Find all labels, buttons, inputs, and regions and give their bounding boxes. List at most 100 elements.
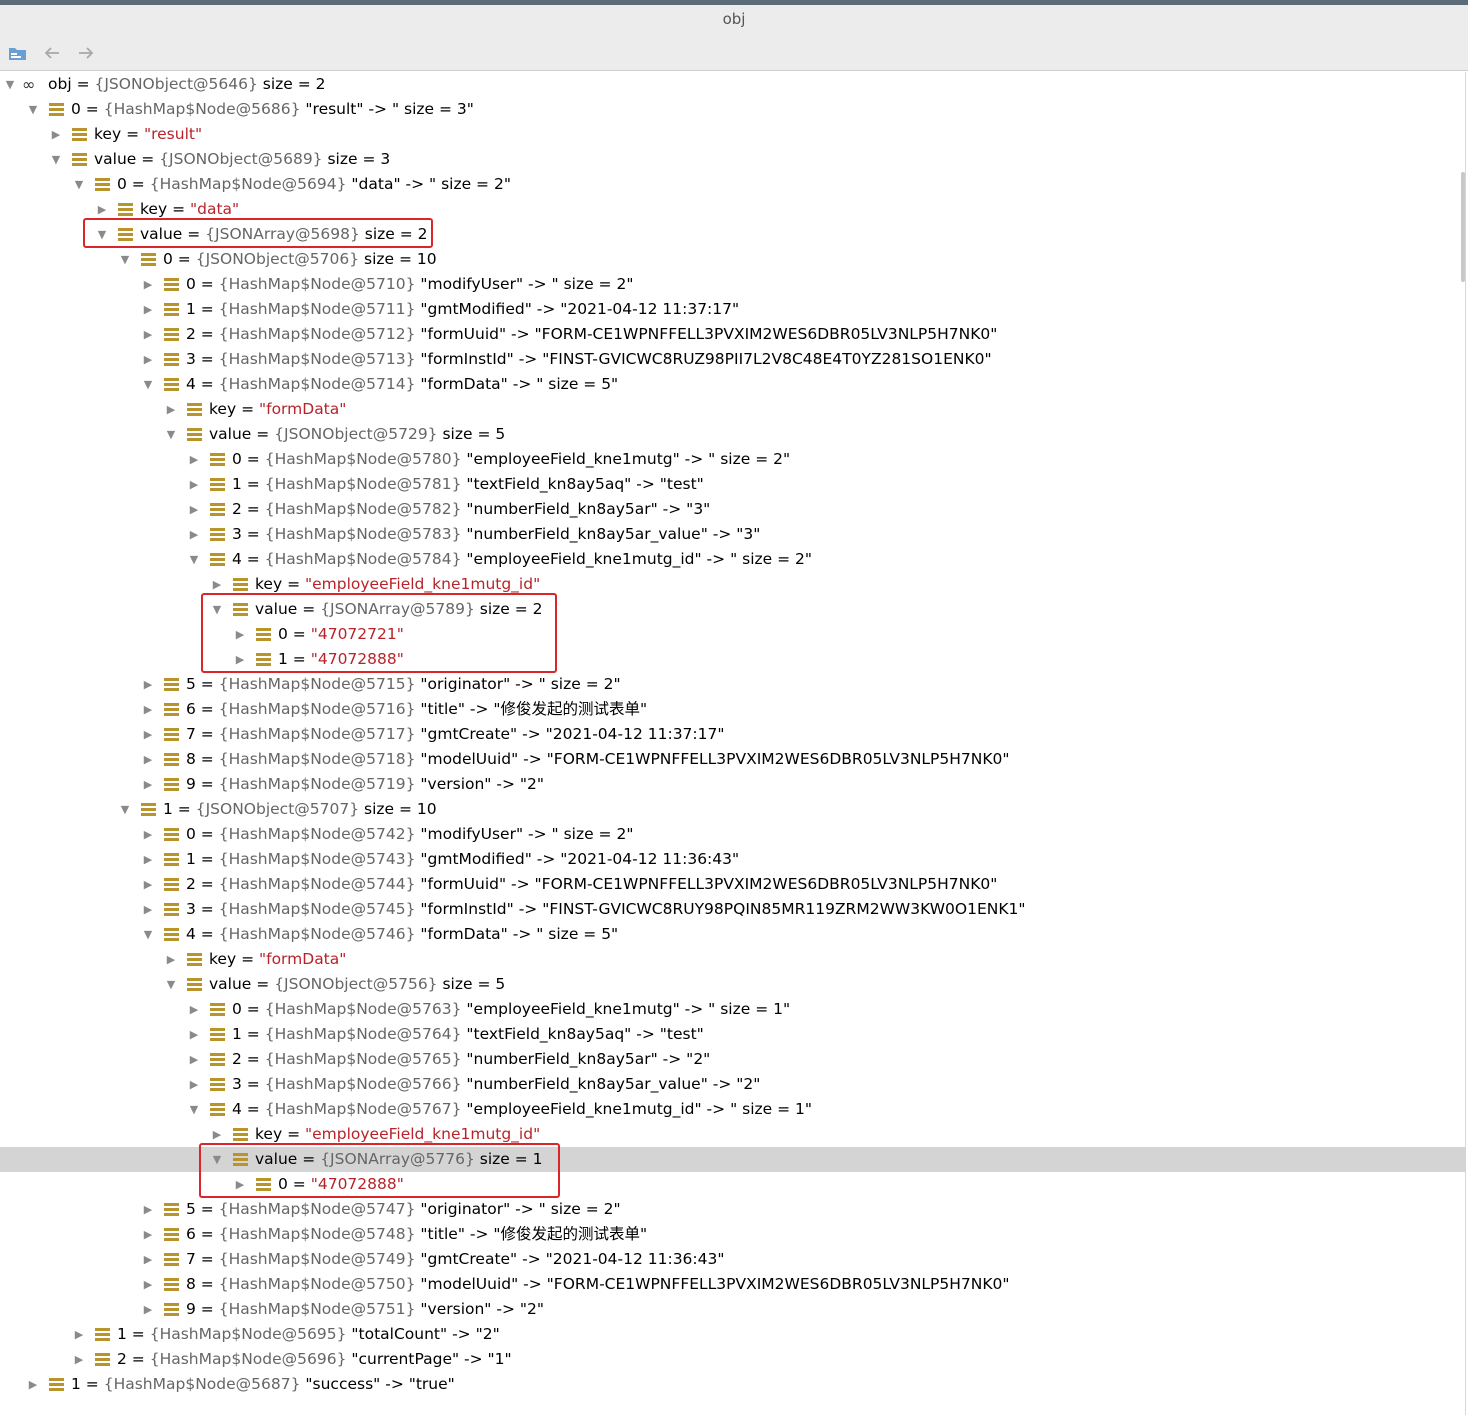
collapse-arrow-icon[interactable]: ▼ <box>188 547 200 572</box>
tree-row[interactable]: ▶ 7 = {HashMap$Node@5717} "gmtCreate" -> … <box>0 722 1466 747</box>
tree-row[interactable]: ▼ value = {JSONObject@5729} size = 5 <box>0 422 1466 447</box>
expand-arrow-icon[interactable]: ▶ <box>142 272 154 297</box>
tree-row[interactable]: ▼ 0 = {HashMap$Node@5686} "result" -> " s… <box>0 97 1466 122</box>
tree-row[interactable]: ▼ 0 = {JSONObject@5706} size = 10 <box>0 247 1466 272</box>
collapse-arrow-icon[interactable]: ▼ <box>165 422 177 447</box>
collapse-arrow-icon[interactable]: ▼ <box>50 147 62 172</box>
tree-row[interactable]: ▶ 2 = {HashMap$Node@5744} "formUuid" -> "… <box>0 872 1466 897</box>
tree-row[interactable]: ▶ 1 = {HashMap$Node@5743} "gmtModified" -… <box>0 847 1466 872</box>
tree-row[interactable]: ▶ 3 = {HashMap$Node@5766} "numberField_kn… <box>0 1072 1466 1097</box>
tree-row[interactable]: ▶ 1 = {HashMap$Node@5781} "textField_kn8a… <box>0 472 1466 497</box>
tree-row[interactable]: ▶ 9 = {HashMap$Node@5719} "version" -> "2… <box>0 772 1466 797</box>
tree-row[interactable]: ▶ 2 = {HashMap$Node@5712} "formUuid" -> "… <box>0 322 1466 347</box>
expand-arrow-icon[interactable]: ▶ <box>165 947 177 972</box>
expand-arrow-icon[interactable]: ▶ <box>142 747 154 772</box>
collapse-arrow-icon[interactable]: ▼ <box>188 1097 200 1122</box>
expand-arrow-icon[interactable]: ▶ <box>142 722 154 747</box>
collapse-arrow-icon[interactable]: ▼ <box>4 72 16 97</box>
tree-row[interactable]: ▶ key = "result" <box>0 122 1466 147</box>
back-arrow-icon[interactable] <box>42 44 62 62</box>
tree-row[interactable]: ▼ value = {JSONObject@5756} size = 5 <box>0 972 1466 997</box>
tree-row[interactable]: ▶ 2 = {HashMap$Node@5765} "numberField_kn… <box>0 1047 1466 1072</box>
object-ref: {JSONObject@5646} <box>94 75 258 93</box>
tree-row[interactable]: ▶ 9 = {HashMap$Node@5751} "version" -> "2… <box>0 1297 1466 1322</box>
tree-row[interactable]: ▼ 4 = {HashMap$Node@5714} "formData" -> "… <box>0 372 1466 397</box>
collapse-arrow-icon[interactable]: ▼ <box>119 247 131 272</box>
tree-row[interactable]: ▶ 2 = {HashMap$Node@5696} "currentPage" -… <box>0 1347 1466 1372</box>
expand-arrow-icon[interactable]: ▶ <box>142 347 154 372</box>
expand-arrow-icon[interactable]: ▶ <box>73 1347 85 1372</box>
field-icon <box>164 1253 179 1266</box>
tree-row[interactable]: ▶ 1 = {HashMap$Node@5764} "textField_kn8a… <box>0 1022 1466 1047</box>
collapse-arrow-icon[interactable]: ▼ <box>142 922 154 947</box>
expand-arrow-icon[interactable]: ▶ <box>142 847 154 872</box>
tree-row[interactable]: ▶ 5 = {HashMap$Node@5715} "originator" ->… <box>0 672 1466 697</box>
tree-row[interactable]: ▶ 1 = {HashMap$Node@5687} "success" -> "t… <box>0 1372 1466 1397</box>
expand-arrow-icon[interactable]: ▶ <box>188 447 200 472</box>
expand-arrow-icon[interactable]: ▶ <box>50 122 62 147</box>
tree-row[interactable]: ▼ 4 = {HashMap$Node@5784} "employeeField_… <box>0 547 1466 572</box>
expand-arrow-icon[interactable]: ▶ <box>188 1072 200 1097</box>
tree-row[interactable]: ▶ 1 = {HashMap$Node@5711} "gmtModified" -… <box>0 297 1466 322</box>
expand-arrow-icon[interactable]: ▶ <box>188 1047 200 1072</box>
forward-arrow-icon[interactable] <box>76 44 96 62</box>
string-value: "formData" <box>258 400 347 418</box>
variable-name: 2 <box>186 325 196 343</box>
tree-row[interactable]: ▶ key = "formData" <box>0 397 1466 422</box>
string-value: "data" <box>189 200 240 218</box>
tree-row[interactable]: ▶ 2 = {HashMap$Node@5782} "numberField_kn… <box>0 497 1466 522</box>
collapse-arrow-icon[interactable]: ▼ <box>142 372 154 397</box>
expand-arrow-icon[interactable]: ▶ <box>142 1297 154 1322</box>
expand-arrow-icon[interactable]: ▶ <box>142 672 154 697</box>
tree-row[interactable]: ▶ 0 = {HashMap$Node@5763} "employeeField_… <box>0 997 1466 1022</box>
tree-row[interactable]: ▶ 0 = {HashMap$Node@5710} "modifyUser" ->… <box>0 272 1466 297</box>
expand-arrow-icon[interactable]: ▶ <box>188 997 200 1022</box>
expand-arrow-icon[interactable]: ▶ <box>142 897 154 922</box>
expand-arrow-icon[interactable]: ▶ <box>165 397 177 422</box>
tree-row[interactable]: ▶ 0 = {HashMap$Node@5780} "employeeField_… <box>0 447 1466 472</box>
tree-row[interactable]: ▶ 8 = {HashMap$Node@5718} "modelUuid" -> … <box>0 747 1466 772</box>
tree-row[interactable]: ▶ 5 = {HashMap$Node@5747} "originator" ->… <box>0 1197 1466 1222</box>
value-description: "numberField_kn8ay5ar_value" -> "2" <box>466 1075 761 1093</box>
expand-arrow-icon[interactable]: ▶ <box>142 322 154 347</box>
collapse-arrow-icon[interactable]: ▼ <box>119 797 131 822</box>
tree-row[interactable]: ▶ 3 = {HashMap$Node@5783} "numberField_kn… <box>0 522 1466 547</box>
tree-row[interactable]: ▶ 6 = {HashMap$Node@5748} "title" -> "修俊发… <box>0 1222 1466 1247</box>
tree-row[interactable]: ▼ 4 = {HashMap$Node@5746} "formData" -> "… <box>0 922 1466 947</box>
expand-arrow-icon[interactable]: ▶ <box>142 1272 154 1297</box>
variable-name: 9 <box>186 775 196 793</box>
tree-row[interactable]: ▼ 4 = {HashMap$Node@5767} "employeeField_… <box>0 1097 1466 1122</box>
collapse-arrow-icon[interactable]: ▼ <box>165 972 177 997</box>
expand-arrow-icon[interactable]: ▶ <box>142 1247 154 1272</box>
tree-row[interactable]: ▶ 1 = {HashMap$Node@5695} "totalCount" ->… <box>0 1322 1466 1347</box>
tree-row[interactable]: ▶ 6 = {HashMap$Node@5716} "title" -> "修俊发… <box>0 697 1466 722</box>
expand-arrow-icon[interactable]: ▶ <box>188 472 200 497</box>
tree-row-text: 2 = {HashMap$Node@5696} "currentPage" ->… <box>117 1350 512 1368</box>
expand-arrow-icon[interactable]: ▶ <box>73 1322 85 1347</box>
expand-arrow-icon[interactable]: ▶ <box>142 772 154 797</box>
expand-arrow-icon[interactable]: ▶ <box>142 1222 154 1247</box>
tree-row[interactable]: ▼ value = {JSONObject@5689} size = 3 <box>0 147 1466 172</box>
collapse-arrow-icon[interactable]: ▼ <box>73 172 85 197</box>
collapse-arrow-icon[interactable]: ▼ <box>27 97 39 122</box>
expand-arrow-icon[interactable]: ▶ <box>142 822 154 847</box>
expand-arrow-icon[interactable]: ▶ <box>188 1022 200 1047</box>
tree-row[interactable]: ▶ 3 = {HashMap$Node@5745} "formInstId" ->… <box>0 897 1466 922</box>
tree-row[interactable]: ▶ 8 = {HashMap$Node@5750} "modelUuid" -> … <box>0 1272 1466 1297</box>
expand-arrow-icon[interactable]: ▶ <box>142 297 154 322</box>
folder-icon[interactable] <box>8 44 28 62</box>
tree-row[interactable]: ▶ 3 = {HashMap$Node@5713} "formInstId" ->… <box>0 347 1466 372</box>
value-description: "formUuid" -> "FORM-CE1WPNFFELL3PVXIM2WE… <box>420 875 998 893</box>
expand-arrow-icon[interactable]: ▶ <box>142 697 154 722</box>
tree-row[interactable]: ▶ key = "formData" <box>0 947 1466 972</box>
expand-arrow-icon[interactable]: ▶ <box>188 497 200 522</box>
expand-arrow-icon[interactable]: ▶ <box>142 872 154 897</box>
tree-row[interactable]: ▼ 0 = {HashMap$Node@5694} "data" -> " siz… <box>0 172 1466 197</box>
tree-row[interactable]: ▼ ∞ obj = {JSONObject@5646} size = 2 <box>0 72 1466 97</box>
tree-row[interactable]: ▼ 1 = {JSONObject@5707} size = 10 <box>0 797 1466 822</box>
tree-row[interactable]: ▶ 7 = {HashMap$Node@5749} "gmtCreate" -> … <box>0 1247 1466 1272</box>
expand-arrow-icon[interactable]: ▶ <box>27 1372 39 1397</box>
expand-arrow-icon[interactable]: ▶ <box>188 522 200 547</box>
tree-row[interactable]: ▶ 0 = {HashMap$Node@5742} "modifyUser" ->… <box>0 822 1466 847</box>
expand-arrow-icon[interactable]: ▶ <box>142 1197 154 1222</box>
